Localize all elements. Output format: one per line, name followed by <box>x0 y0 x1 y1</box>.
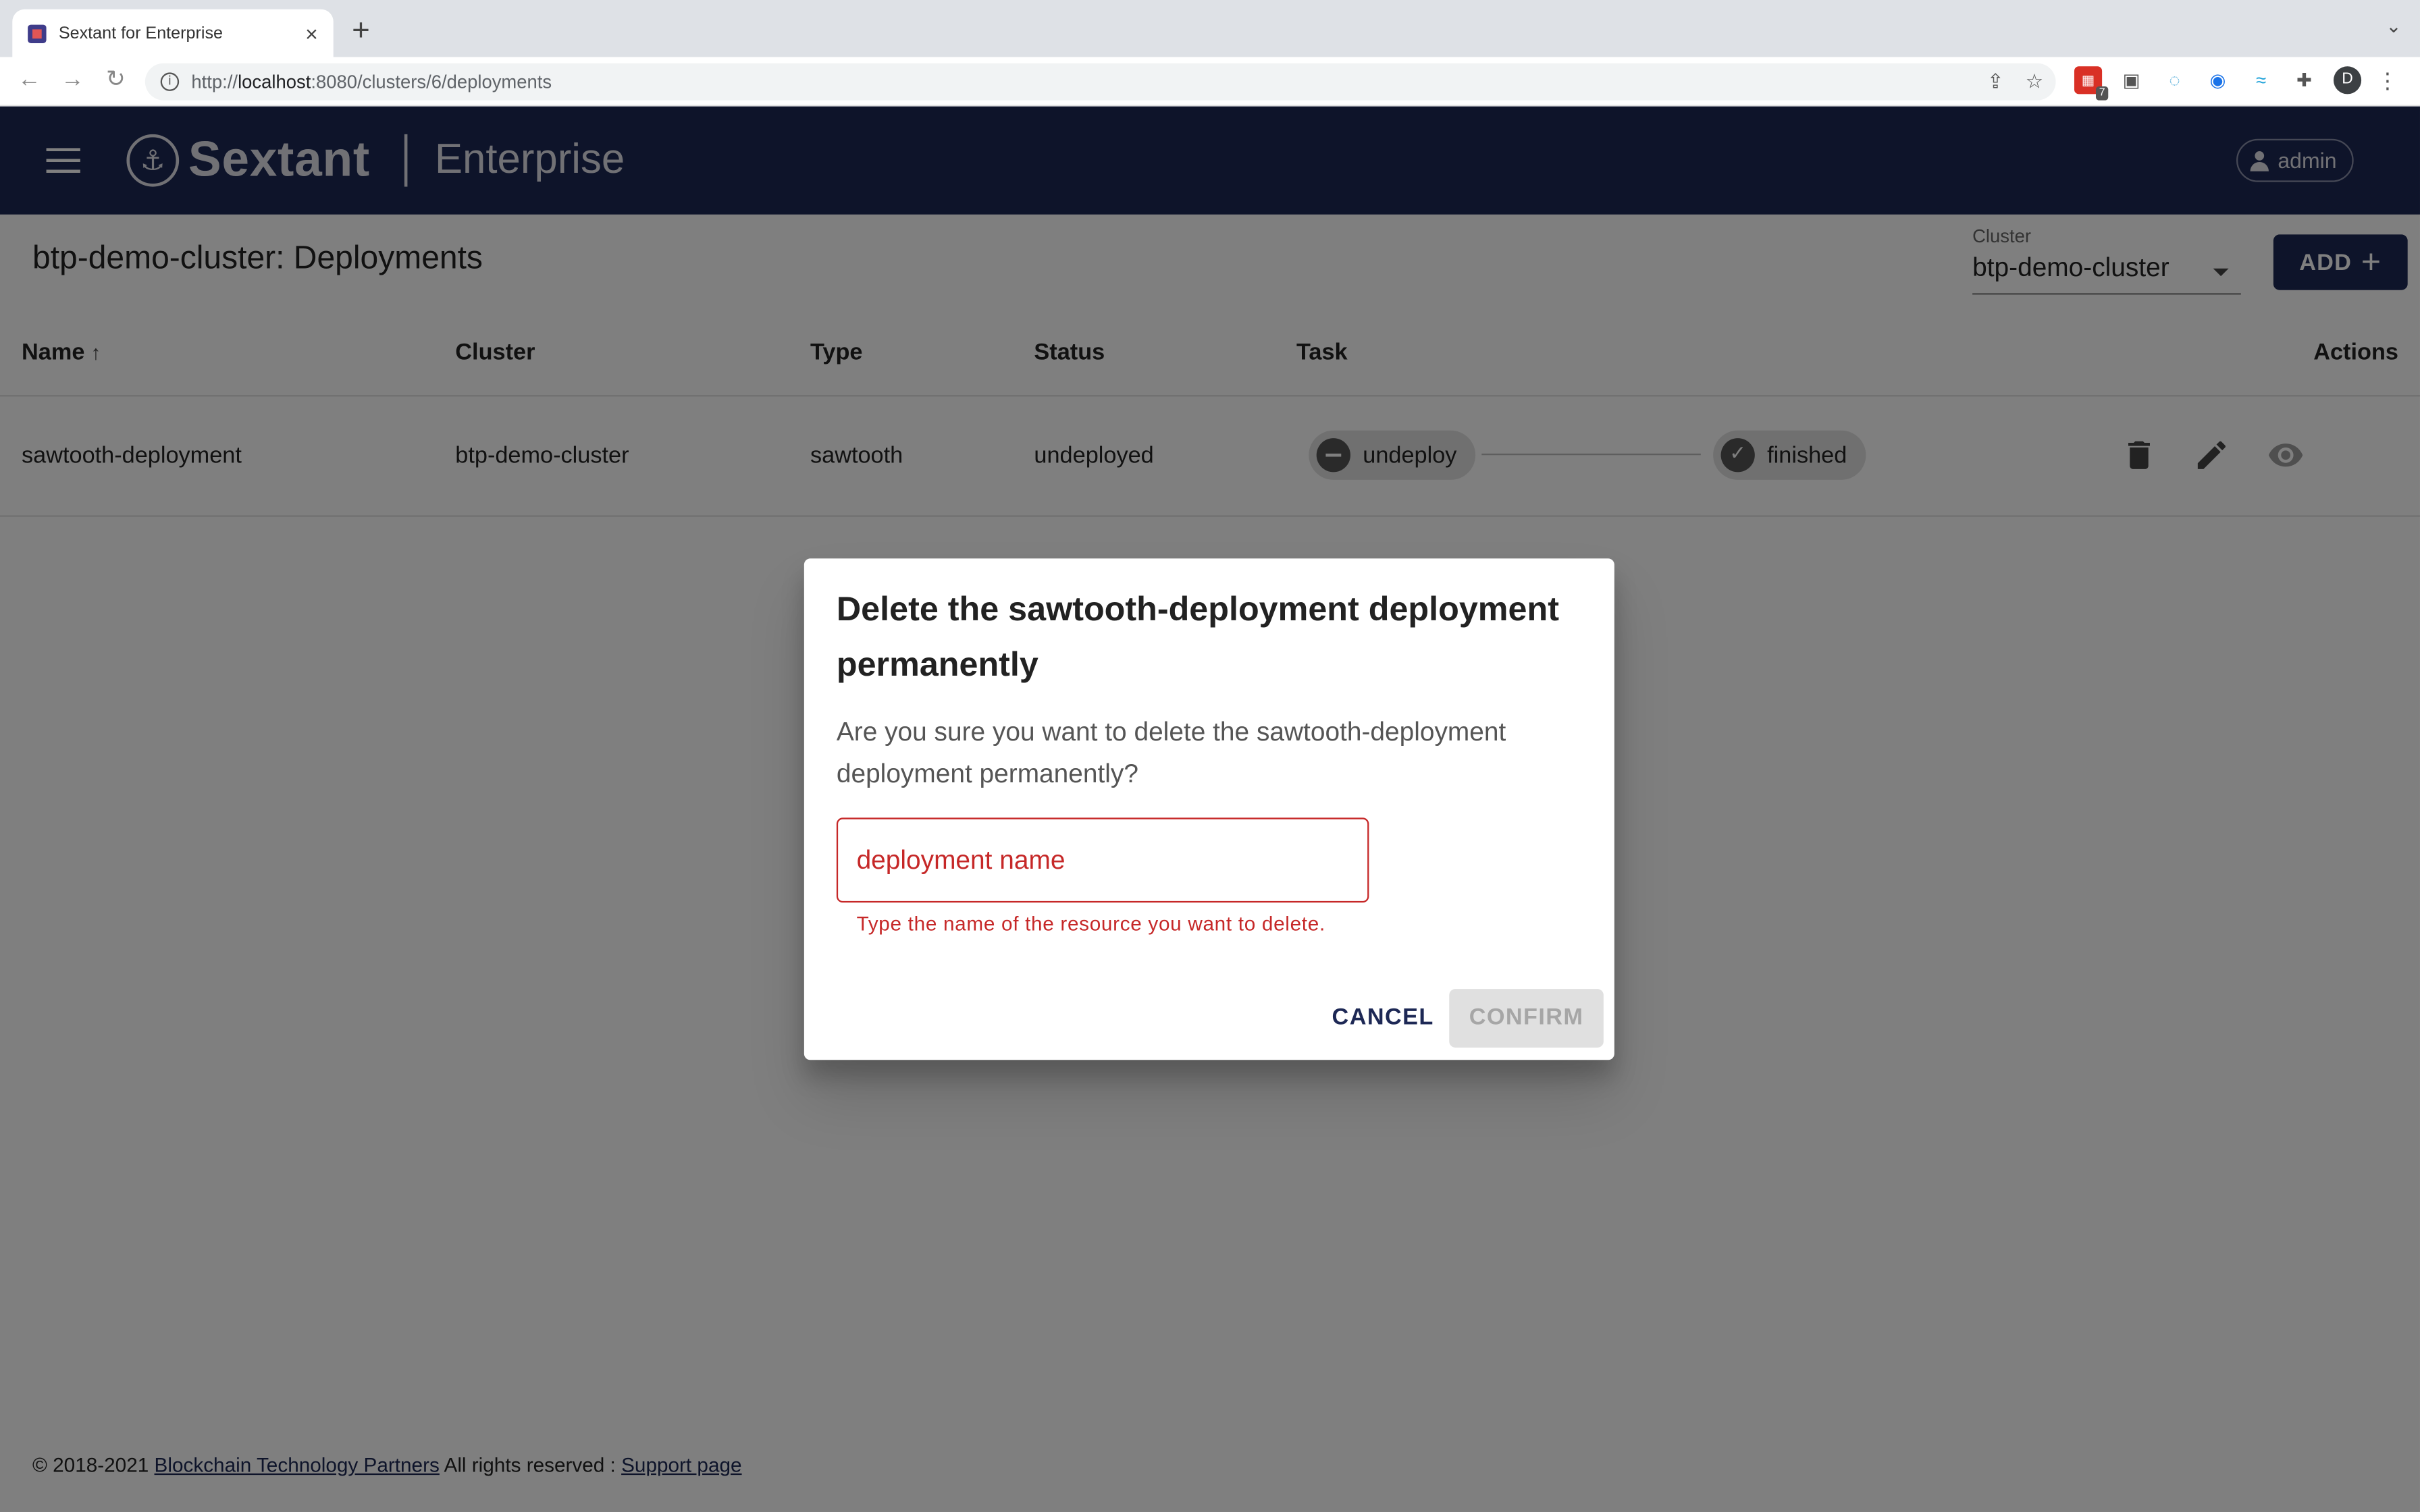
extension-red-icon[interactable]: ▦ 7 <box>2074 66 2109 101</box>
share-icon[interactable]: ⇪ <box>1987 70 2004 94</box>
kebab-menu-icon[interactable]: ⋮ <box>2377 67 2398 93</box>
extension-wave-icon[interactable]: ≈ <box>2247 66 2275 94</box>
dialog-title: Delete the sawtooth-deployment deploymen… <box>836 589 1559 684</box>
url-text: http://localhost:8080/clusters/6/deploym… <box>191 71 552 93</box>
chevron-down-icon[interactable]: ⌄ <box>2386 16 2402 37</box>
extension-cycle-icon[interactable]: ◌ <box>2161 66 2188 94</box>
info-icon[interactable]: i <box>160 72 180 91</box>
confirm-button[interactable]: CONFIRM <box>1449 989 1604 1048</box>
deployment-name-input[interactable] <box>836 817 1369 903</box>
puzzle-icon[interactable]: ✚ <box>2290 66 2318 94</box>
reload-icon[interactable]: ↻ <box>102 66 130 94</box>
cancel-button[interactable]: CANCEL <box>1319 989 1446 1048</box>
browser-toolbar: ← → ↻ i http://localhost:8080/clusters/6… <box>0 57 2420 107</box>
forward-icon[interactable]: → <box>59 66 86 94</box>
extensions-area: ▦ 7 ▣ ◌ ◉ ≈ ✚ D ⋮ <box>2074 66 2398 101</box>
bookmark-star-icon[interactable]: ☆ <box>2026 70 2044 94</box>
profile-avatar[interactable]: D <box>2333 66 2362 94</box>
close-icon[interactable]: × <box>305 21 318 46</box>
extension-icon[interactable]: ▣ <box>2118 66 2145 94</box>
favicon-icon <box>28 24 47 43</box>
tab-strip: Sextant for Enterprise × + ⌄ <box>0 0 2420 57</box>
dialog-message: Are you sure you want to delete the sawt… <box>836 717 1506 788</box>
extension-c-icon[interactable]: ◉ <box>2204 66 2232 94</box>
address-bar[interactable]: i http://localhost:8080/clusters/6/deplo… <box>144 63 2056 101</box>
browser-window: Sextant for Enterprise × + ⌄ ← → ↻ i htt… <box>0 0 2420 1512</box>
browser-tab[interactable]: Sextant for Enterprise × <box>12 9 334 57</box>
input-helper-text: Type the name of the resource you want t… <box>856 911 1325 936</box>
delete-dialog: Delete the sawtooth-deployment deploymen… <box>804 558 1614 1060</box>
new-tab-button[interactable]: + <box>352 14 370 48</box>
tab-title: Sextant for Enterprise <box>58 24 223 43</box>
back-icon[interactable]: ← <box>16 66 43 94</box>
